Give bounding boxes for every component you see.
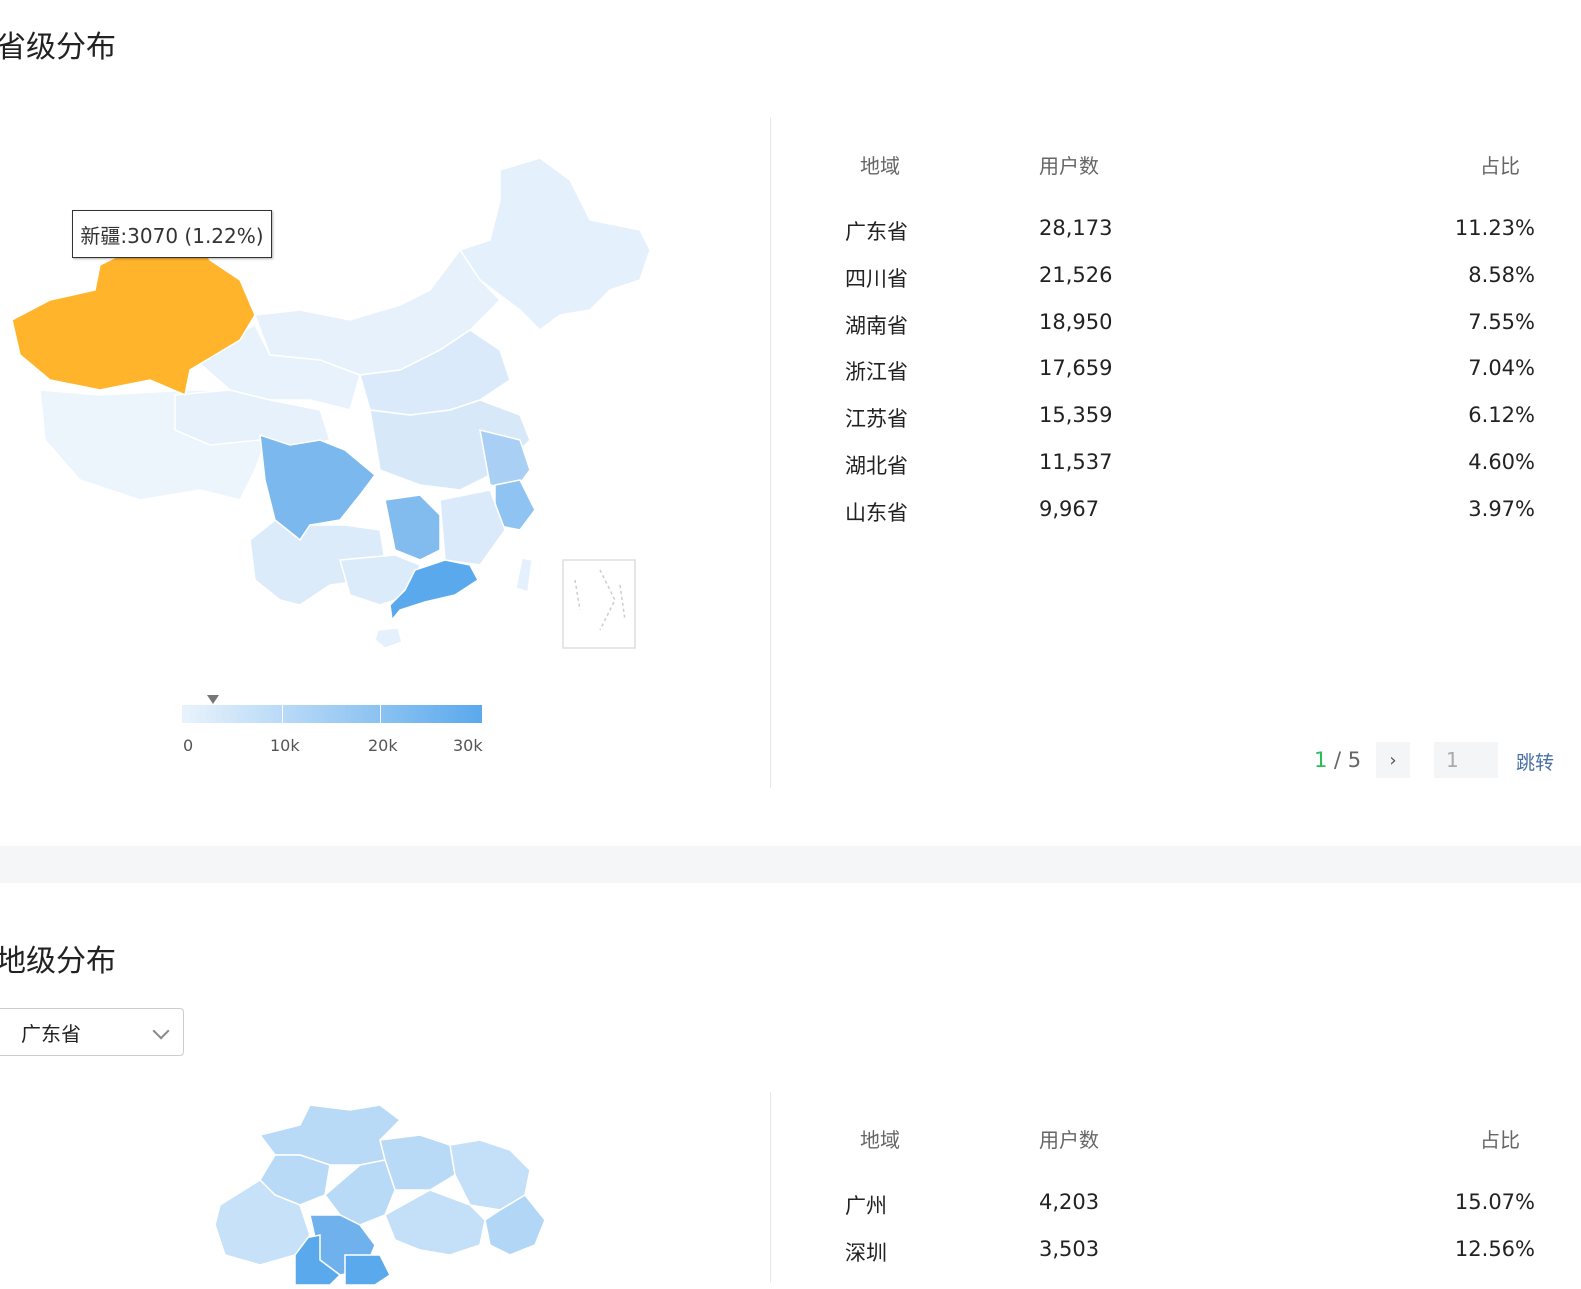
row-share: 12.56% (1454, 1236, 1535, 1261)
row-users: 3,503 (1039, 1236, 1100, 1261)
row-region: 深圳 (845, 1240, 887, 1265)
city-section-title: 地级分布 (0, 944, 116, 979)
column-header-region: 地域 (860, 154, 900, 178)
chevron-down-icon (152, 1022, 170, 1040)
row-share: 7.55% (1468, 309, 1535, 334)
map-tooltip: 新疆:3070 (1.22%) (72, 210, 272, 258)
chevron-right-icon: › (1389, 749, 1397, 771)
legend-tick: 10k (270, 736, 300, 755)
legend-marker-icon (207, 695, 219, 704)
row-users: 4,203 (1039, 1190, 1100, 1214)
vertical-divider (770, 1092, 771, 1282)
row-share: 8.58% (1468, 262, 1535, 287)
row-region: 广州 (845, 1194, 887, 1218)
column-header-users: 用户数 (1039, 154, 1099, 178)
legend-tick: 20k (368, 736, 398, 755)
row-share: 11.23% (1454, 216, 1535, 240)
row-users: 17,659 (1039, 356, 1113, 381)
row-share: 7.04% (1468, 356, 1535, 381)
legend-separator (282, 705, 283, 723)
legend-color-scale[interactable] (182, 705, 482, 723)
row-region: 四川省 (845, 266, 908, 291)
row-share: 6.12% (1468, 403, 1535, 428)
row-share: 15.07% (1454, 1190, 1535, 1214)
province-select[interactable]: 广东省 (0, 1008, 184, 1056)
row-users: 15,359 (1039, 403, 1113, 428)
pager-total: / 5 (1334, 748, 1362, 772)
pager-current-page: 1 (1314, 748, 1328, 772)
pager-next-button[interactable]: › (1376, 742, 1410, 778)
row-region: 广东省 (845, 220, 908, 244)
province-section-title: 省级分布 (0, 30, 116, 65)
row-share: 3.97% (1468, 496, 1535, 521)
map-region-taiwan (515, 557, 533, 594)
column-header-share: 占比 (1480, 1128, 1520, 1152)
row-users: 11,537 (1039, 450, 1113, 474)
map-region-hunan (384, 494, 441, 561)
row-region: 江苏省 (845, 407, 908, 432)
row-region: 浙江省 (845, 360, 908, 385)
row-region: 湖北省 (845, 454, 908, 478)
pager-page-input[interactable] (1434, 742, 1498, 778)
vertical-divider (770, 118, 771, 788)
row-region: 山东省 (845, 500, 908, 525)
row-users: 9,967 (1039, 496, 1100, 521)
province-select-value: 广东省 (21, 1021, 81, 1046)
legend-separator (380, 705, 381, 723)
legend-tick: 30k (453, 736, 483, 755)
column-header-region: 地域 (860, 1128, 900, 1152)
column-header-share: 占比 (1480, 154, 1520, 178)
column-header-users: 用户数 (1039, 1128, 1099, 1152)
row-users: 28,173 (1039, 216, 1113, 240)
row-share: 4.60% (1468, 450, 1535, 474)
map-region-hainan (374, 627, 403, 649)
south-china-sea-inset (562, 559, 636, 649)
row-users: 18,950 (1039, 309, 1113, 334)
guangdong-city-map[interactable] (180, 1095, 580, 1286)
section-separator (0, 846, 1581, 883)
pager-jump-button[interactable]: 跳转 (1516, 748, 1554, 775)
legend-tick: 0 (183, 736, 194, 755)
row-users: 21,526 (1039, 262, 1113, 287)
row-region: 湖南省 (845, 313, 908, 338)
